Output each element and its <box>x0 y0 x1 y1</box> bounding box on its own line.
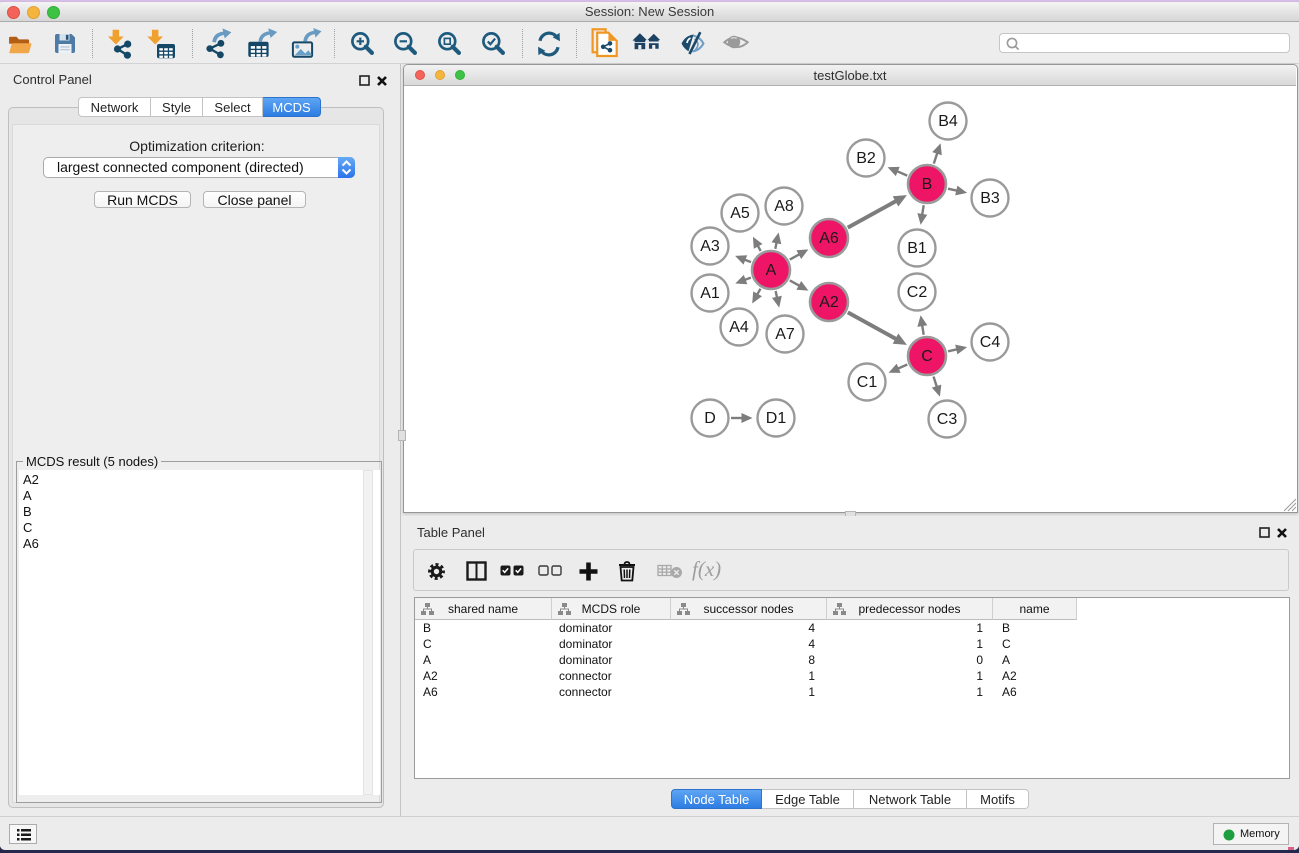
svg-text:B3: B3 <box>980 190 1000 207</box>
svg-text:C1: C1 <box>857 374 878 391</box>
svg-text:A2: A2 <box>819 294 839 311</box>
svg-text:D: D <box>704 410 716 427</box>
svg-text:A1: A1 <box>700 285 720 302</box>
svg-text:B1: B1 <box>907 240 927 257</box>
svg-text:A6: A6 <box>819 230 839 247</box>
svg-text:A8: A8 <box>774 198 794 215</box>
svg-text:D1: D1 <box>766 410 787 427</box>
svg-text:C2: C2 <box>907 284 928 301</box>
svg-text:B2: B2 <box>856 150 876 167</box>
svg-text:B: B <box>922 176 933 193</box>
svg-text:A5: A5 <box>730 205 750 222</box>
svg-text:A: A <box>766 262 777 279</box>
svg-text:C4: C4 <box>980 334 1001 351</box>
svg-text:A7: A7 <box>775 326 795 343</box>
svg-text:B4: B4 <box>938 113 958 130</box>
svg-text:C: C <box>921 348 933 365</box>
svg-text:A4: A4 <box>729 319 749 336</box>
svg-text:C3: C3 <box>937 411 958 428</box>
svg-text:A3: A3 <box>700 238 720 255</box>
